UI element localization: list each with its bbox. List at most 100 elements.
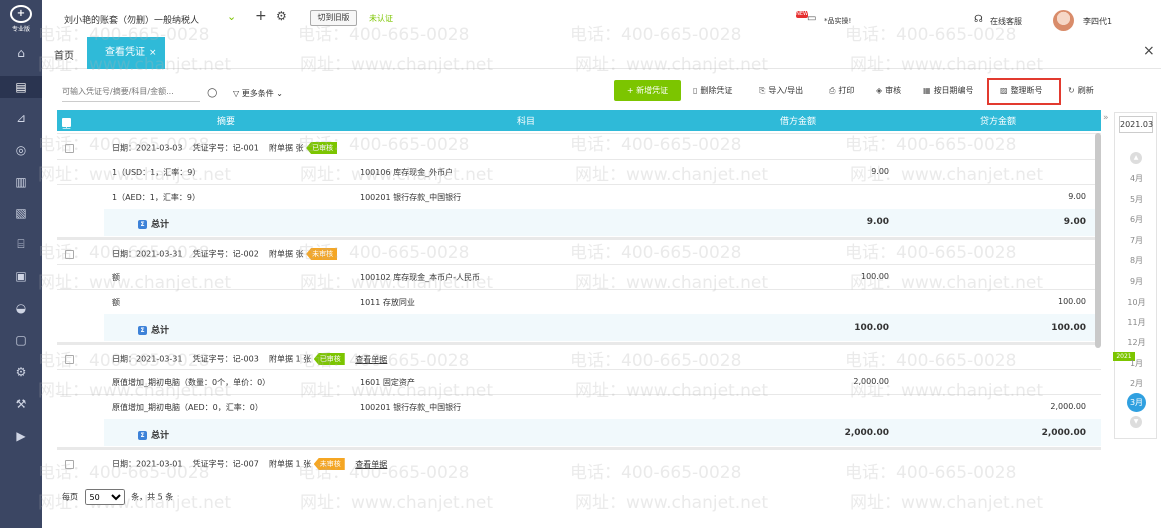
total-label-text: 总计 <box>151 220 170 230</box>
month-item[interactable]: 1月 <box>1115 358 1158 369</box>
line-debit[interactable]: 100.00 <box>789 272 889 281</box>
total-debit: 100.00 <box>854 323 889 333</box>
row-checkbox[interactable] <box>65 460 74 469</box>
refresh-button[interactable]: ↻ 刷新 <box>1068 85 1094 96</box>
voucher-date: 日期：2021-03-01 <box>112 459 183 469</box>
month-item[interactable]: 7月 <box>1115 235 1158 246</box>
row-checkbox[interactable] <box>65 355 74 364</box>
view-attachment-link[interactable]: 查看单据 <box>355 355 387 364</box>
gear-icon[interactable]: ⚙ <box>276 9 287 23</box>
line-credit[interactable]: 2,000.00 <box>986 402 1086 411</box>
account-name[interactable]: 刘小艳的账套（勿删）一般纳税人 <box>64 13 199 26</box>
add-icon[interactable]: + <box>255 8 267 24</box>
new-voucher-button[interactable]: + 新增凭证 <box>614 80 681 101</box>
month-item[interactable]: 11月 <box>1115 317 1158 328</box>
line-subject[interactable]: 100106 库存现金_外币户 <box>360 167 453 178</box>
watermark: 网址：www.chanjet.net <box>575 381 769 401</box>
line-credit[interactable]: 100.00 <box>986 297 1086 306</box>
voucher-number[interactable]: 凭证字号：记-007 <box>193 460 259 469</box>
home-icon[interactable]: ⌂ <box>11 43 31 63</box>
asset-icon[interactable]: ◒ <box>11 298 31 318</box>
month-item[interactable]: 2月 <box>1115 378 1158 389</box>
line-summary[interactable]: 1（USD：1，汇率：9） <box>112 167 200 178</box>
voucher-number[interactable]: 凭证字号：记-001 <box>193 144 259 153</box>
voucher-attach: 附单据 张 <box>269 143 304 153</box>
report-icon[interactable]: ▧ <box>11 203 31 223</box>
line-summary[interactable]: 额 <box>112 272 120 283</box>
chevron-up-icon[interactable]: ▲ <box>1130 152 1142 164</box>
video-icon[interactable]: ▭ <box>807 13 816 24</box>
per-page-select[interactable]: 50 <box>84 489 125 505</box>
app-logo[interactable]: + 专业版 <box>8 5 34 33</box>
print-button[interactable]: ⎙ 打印 <box>829 85 854 96</box>
line-subject[interactable]: 100201 银行存款_中国银行 <box>360 402 461 413</box>
line-subject[interactable]: 1011 存放同业 <box>360 297 415 308</box>
month-item[interactable]: 5月 <box>1115 194 1158 205</box>
tab-home[interactable]: 首页 <box>54 47 74 62</box>
unverified-link[interactable]: 未认证 <box>369 13 393 24</box>
money-bag-icon[interactable]: ◎ <box>11 140 31 160</box>
row-checkbox[interactable] <box>65 250 74 259</box>
line-debit[interactable]: 9.00 <box>789 167 889 176</box>
audit-label: 审核 <box>885 86 902 95</box>
import-export-button[interactable]: ⎘ 导入/导出 <box>759 85 803 96</box>
line-summary[interactable]: 原值增加_期初电脑（数量：0个，单价：0） <box>112 377 270 388</box>
sum-icon: Σ <box>138 431 147 440</box>
voucher-number[interactable]: 凭证字号：记-002 <box>193 250 259 259</box>
chevron-down-icon[interactable]: ⌄ <box>227 10 236 23</box>
line-summary[interactable]: 1（AED：1，汇率：9） <box>112 192 200 203</box>
month-item[interactable]: 4月 <box>1115 173 1158 184</box>
close-icon[interactable]: × <box>1143 43 1155 59</box>
voucher-date: 日期：2021-03-31 <box>112 354 183 364</box>
top-bar: 刘小艳的账套（勿删）一般纳税人 ⌄ + ⚙ 切到旧版 未认证 NEW ▭ *品实… <box>42 0 1161 37</box>
audit-button[interactable]: ◈ 审核 <box>876 85 901 96</box>
headset-icon[interactable]: ☊ <box>974 14 983 25</box>
invoice-icon[interactable]: ▣ <box>11 266 31 286</box>
month-item[interactable]: 6月 <box>1115 214 1158 225</box>
vertical-scrollbar[interactable] <box>1095 133 1101 348</box>
chevron-down-icon[interactable]: ▼ <box>1130 416 1142 428</box>
tools-icon[interactable]: ⚒ <box>11 394 31 414</box>
month-item[interactable]: 12月 <box>1115 337 1158 348</box>
line-subject[interactable]: 100102 库存现金_本币户-人民币 <box>360 272 480 283</box>
logo-label: 专业版 <box>11 26 30 33</box>
month-item[interactable]: 8月 <box>1115 255 1158 266</box>
switch-old-version-button[interactable]: 切到旧版 <box>310 10 357 26</box>
tax-icon[interactable]: ▢ <box>11 330 31 350</box>
watermark: 电话：400-665-0028 <box>570 351 742 371</box>
search-icon[interactable]: ○ <box>207 85 217 99</box>
month-item-current[interactable]: 3月 <box>1127 393 1146 412</box>
status-badge: 已审核 <box>306 142 338 154</box>
month-item[interactable]: 10月 <box>1115 297 1158 308</box>
line-summary[interactable]: 原值增加_期初电脑（AED：0，汇率：0） <box>112 402 263 413</box>
line-credit[interactable]: 9.00 <box>986 192 1086 201</box>
line-debit[interactable]: 2,000.00 <box>789 377 889 386</box>
line-subject[interactable]: 1601 固定资产 <box>360 377 415 388</box>
delete-voucher-button[interactable]: ▯ 删除凭证 <box>693 85 732 96</box>
tab-close-icon[interactable]: × <box>149 48 157 58</box>
voucher-icon[interactable]: ▤ <box>0 76 42 98</box>
double-chevron-right-icon[interactable]: » <box>1103 113 1109 123</box>
online-service-link[interactable]: 在线客服 <box>990 16 1022 27</box>
tab-view-voucher[interactable]: 查看凭证 × <box>87 37 165 69</box>
month-item[interactable]: 9月 <box>1115 276 1158 287</box>
avatar[interactable] <box>1053 10 1074 31</box>
select-all-label: 全选 <box>62 121 72 144</box>
year-tag[interactable]: 2021.03 <box>1119 116 1153 133</box>
chart-icon[interactable]: ⊿ <box>11 108 31 128</box>
media-icon[interactable]: ▶ <box>11 426 31 446</box>
date-number-button[interactable]: ▦ 按日期编号 <box>923 85 974 96</box>
ledger-icon[interactable]: ▥ <box>11 172 31 192</box>
user-name[interactable]: 李四代1 <box>1083 16 1112 27</box>
row-checkbox[interactable] <box>65 144 74 153</box>
line-subject[interactable]: 100201 银行存款_中国银行 <box>360 192 461 203</box>
view-attachment-link[interactable]: 查看单据 <box>355 460 387 469</box>
delete-voucher-label: 删除凭证 <box>700 86 733 95</box>
line-summary[interactable]: 额 <box>112 297 120 308</box>
bank-icon[interactable]: ⌸ <box>11 234 31 254</box>
promo-link[interactable]: *品实操! <box>824 16 851 26</box>
settings-icon[interactable]: ⚙ <box>11 362 31 382</box>
voucher-number[interactable]: 凭证字号：记-003 <box>193 355 259 364</box>
search-input[interactable] <box>62 87 182 96</box>
more-conditions-button[interactable]: ▽ 更多条件 ⌄ <box>233 88 283 99</box>
